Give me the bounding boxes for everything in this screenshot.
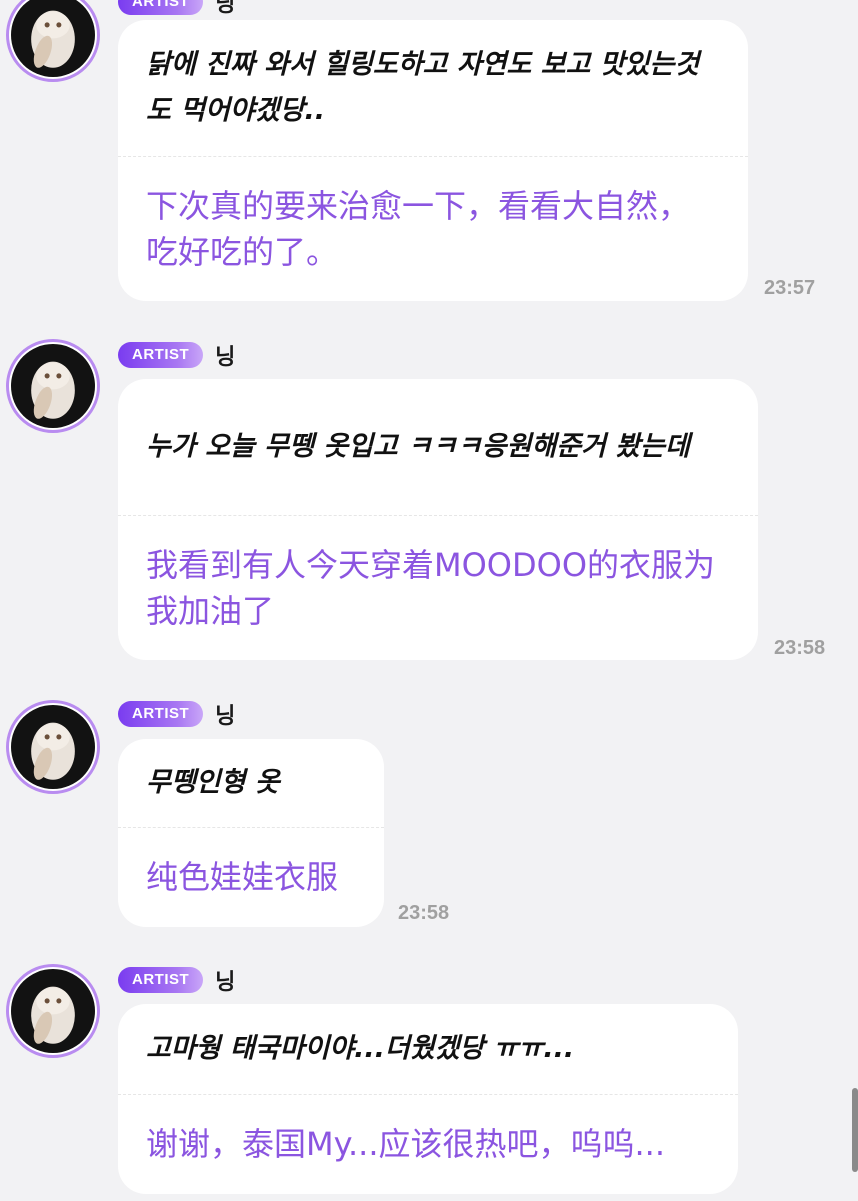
sender-name: 닝 bbox=[215, 970, 236, 995]
original-text: 고마웡 태국마이야...더웠겠당 ㅠㅠ... bbox=[146, 1033, 575, 1064]
sender-name: 닝 bbox=[215, 704, 236, 729]
timestamp: 23:58 bbox=[398, 902, 450, 924]
message-bubble[interactable]: 무뗑인형 옷 纯色娃娃衣服 bbox=[118, 739, 384, 927]
message-header: ARTIST 닝 bbox=[118, 0, 235, 18]
avatar[interactable] bbox=[6, 700, 100, 794]
translation-text: 下次真的要来治愈一下，看看大自然，吃好吃的了。 bbox=[146, 187, 691, 271]
avatar[interactable] bbox=[6, 964, 100, 1058]
avatar[interactable] bbox=[6, 339, 100, 433]
translation-text: 纯色娃娃衣服 bbox=[146, 858, 339, 896]
artist-badge: ARTIST bbox=[118, 0, 204, 15]
translation-text: 谢谢，泰国My...应该很热吧，呜呜... bbox=[146, 1125, 666, 1163]
message-header: ARTIST 닝 bbox=[118, 698, 235, 730]
message-bubble[interactable]: 닭에 진짜 와서 힐링도하고 자연도 보고 맛있는것도 먹어야겠당.. 下次真的… bbox=[118, 20, 748, 301]
cat-avatar-icon bbox=[31, 722, 75, 780]
artist-badge: ARTIST bbox=[118, 342, 204, 368]
message-header: ARTIST 닝 bbox=[118, 964, 235, 996]
original-text: 누가 오늘 무뗑 옷입고 ㅋㅋㅋ응원해준거 봤는데 bbox=[146, 431, 690, 462]
timestamp: 23:58 bbox=[774, 637, 826, 659]
original-text: 무뗑인형 옷 bbox=[146, 767, 280, 798]
timestamp: 23:57 bbox=[764, 277, 816, 299]
cat-avatar-icon bbox=[31, 10, 75, 68]
cat-avatar-icon bbox=[31, 361, 75, 419]
artist-badge: ARTIST bbox=[118, 701, 204, 727]
sender-name: 닝 bbox=[215, 0, 236, 17]
cat-avatar-icon bbox=[31, 986, 75, 1044]
avatar[interactable] bbox=[6, 0, 100, 82]
message-bubble[interactable]: 누가 오늘 무뗑 옷입고 ㅋㅋㅋ응원해준거 봤는데 我看到有人今天穿着MOODO… bbox=[118, 379, 758, 660]
message-header: ARTIST 닝 bbox=[118, 339, 235, 371]
translation-text: 我看到有人今天穿着MOODOO的衣服为我加油了 bbox=[146, 546, 716, 630]
artist-badge: ARTIST bbox=[118, 967, 204, 993]
sender-name: 닝 bbox=[215, 345, 236, 370]
original-text: 닭에 진짜 와서 힐링도하고 자연도 보고 맛있는것도 먹어야겠당.. bbox=[146, 49, 700, 126]
message-bubble[interactable]: 고마웡 태국마이야...더웠겠당 ㅠㅠ... 谢谢，泰国My...应该很热吧，呜… bbox=[118, 1004, 738, 1194]
scrollbar[interactable] bbox=[852, 1088, 858, 1172]
